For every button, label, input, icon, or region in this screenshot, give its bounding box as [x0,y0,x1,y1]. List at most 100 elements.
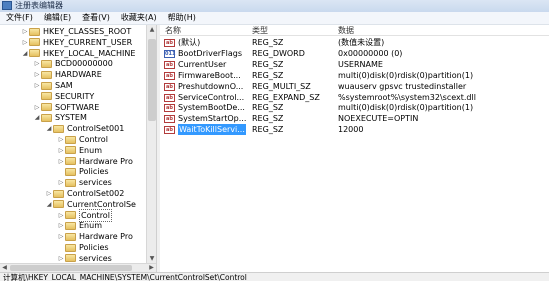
value-name: FirmwareBoot... [178,70,241,80]
folder-icon [65,254,76,263]
tree-node[interactable]: ▷ Hardware Pro [57,231,133,242]
tree-node[interactable]: ◢ ControlSet001 [45,123,125,134]
expand-arrow-icon[interactable]: ▷ [57,156,65,167]
tree-node[interactable]: ▷ Enum [57,145,102,156]
tree-horizontal-scroll-thumb[interactable] [10,265,132,271]
value-name: BootDriverFlags [178,48,243,58]
folder-icon [53,189,64,198]
tree-horizontal-scrollbar[interactable]: ◀ ▶ [0,263,156,272]
string-value-icon: ab [164,104,175,113]
expand-arrow-icon[interactable]: ▷ [57,134,65,145]
folder-icon [41,81,52,90]
scroll-left-arrow-icon[interactable]: ◀ [0,264,9,272]
value-type: REG_SZ [252,38,284,47]
expand-arrow-icon[interactable]: ▷ [57,145,65,156]
tree-node[interactable]: ▷ BCD00000000 [33,58,113,69]
folder-icon [65,146,76,155]
tree-node[interactable]: ▷ HARDWARE [33,69,102,80]
tree-node-label: Enum [79,145,102,155]
expand-arrow-icon[interactable]: ▷ [57,220,65,231]
tree-node[interactable]: ▷ HKEY_CURRENT_USER [21,37,133,48]
scroll-right-arrow-icon[interactable]: ▶ [147,264,156,272]
tree-node[interactable]: ▷ ControlSet002 [45,188,125,199]
value-data: 12000 [338,125,364,135]
value-name: CurrentUser [178,59,227,69]
registry-value-row[interactable]: ab CurrentUser REG_SZ USERNAME [160,59,549,70]
expand-arrow-icon[interactable]: ▷ [57,177,65,188]
tree-node[interactable]: SECURITY [33,91,94,102]
expand-arrow-icon[interactable]: ▷ [33,102,41,113]
expand-arrow-icon[interactable]: ◢ [21,48,29,59]
expand-arrow-icon[interactable]: ◢ [33,112,41,123]
tree-node[interactable]: ▷ Hardware Pro [57,156,133,167]
tree-node[interactable]: ▷ SOFTWARE [33,102,100,113]
expand-arrow-icon[interactable]: ▷ [57,253,65,263]
tree-node-label: SAM [55,81,73,90]
tree-node-label: SOFTWARE [55,102,100,112]
string-value-icon: ab [164,71,175,80]
folder-icon [65,221,76,230]
value-type: REG_MULTI_SZ [252,81,311,91]
registry-value-row[interactable]: ab (默认) REG_SZ (数值未设置) [160,37,549,48]
tree-vertical-scrollbar[interactable]: ▲ ▼ [146,25,156,263]
tree-node[interactable]: ▷ services [57,177,112,188]
tree-node-label: HKEY_CURRENT_USER [43,37,133,47]
tree-node-label: HKEY_CLASSES_ROOT [43,27,132,36]
value-name: SystemBootDe... [178,103,245,113]
expand-arrow-icon[interactable]: ▷ [33,69,41,80]
regedit-app-icon [2,1,12,10]
folder-icon [65,157,76,166]
tree-node[interactable]: ▷ Enum [57,220,102,231]
tree-node[interactable]: ▷ services [57,253,112,263]
tree-node[interactable]: ▷ SAM [33,80,73,91]
menu-help[interactable]: 帮助(H) [168,12,196,24]
expand-arrow-icon[interactable]: ▷ [45,188,53,199]
folder-icon [41,70,52,79]
expand-arrow-icon[interactable]: ▷ [33,80,41,91]
tree-node[interactable]: ▷ Control [57,134,108,145]
tree-node[interactable]: ◢ HKEY_LOCAL_MACHINE [21,48,136,59]
tree-node[interactable]: Policies [57,242,109,253]
registry-value-row[interactable]: ab FirmwareBoot... REG_SZ multi(0)disk(0)rd… [160,70,549,81]
menu-view[interactable]: 查看(V) [82,12,110,24]
window-title: 注册表编辑器 [15,1,63,10]
expand-arrow-icon[interactable]: ▷ [57,231,65,242]
menu-favorites[interactable]: 收藏夹(A) [121,12,157,24]
column-header-type[interactable]: 类型 [252,25,268,36]
binary-value-icon: 011 [164,49,176,58]
column-header-name[interactable]: 名称 [165,25,181,36]
tree-node[interactable]: Policies [57,166,109,177]
registry-value-row[interactable]: ab SystemBootDe... REG_SZ multi(0)disk(0)rd… [160,102,549,113]
expand-arrow-icon[interactable]: ▷ [33,58,41,69]
expand-arrow-icon[interactable]: ▷ [57,210,65,221]
column-header-data[interactable]: 数据 [338,25,354,36]
menu-bar: 文件(F) 编辑(E) 查看(V) 收藏夹(A) 帮助(H) [0,12,549,25]
title-bar: 注册表编辑器 [0,0,549,12]
expand-arrow-icon[interactable]: ◢ [45,123,53,134]
tree-node[interactable]: ▷ HKEY_CLASSES_ROOT [21,26,132,37]
string-value-icon: ab [164,82,175,91]
registry-value-row[interactable]: ab WaitToKillServi... REG_SZ 12000 [160,124,549,136]
folder-icon [29,49,40,58]
tree-node[interactable]: ▷ Control [57,208,112,222]
value-type: REG_SZ [252,59,284,69]
registry-value-row[interactable]: 011 BootDriverFlags REG_DWORD 0x00000000 (0… [160,48,549,59]
value-data: multi(0)disk(0)rdisk(0)partition(1) [338,103,474,113]
value-name: (默认) [178,38,201,47]
menu-edit[interactable]: 编辑(E) [44,12,71,24]
expand-arrow-icon[interactable]: ▷ [21,37,29,48]
registry-value-row[interactable]: ab SystemStartOp... REG_SZ NOEXECUTE=OPTIN [160,113,549,124]
folder-icon [41,92,52,101]
expand-arrow-icon[interactable]: ◢ [45,199,53,210]
folder-icon [65,232,76,241]
folder-icon [65,243,76,252]
tree-node[interactable]: ◢ SYSTEM [33,112,87,123]
expand-arrow-icon[interactable]: ▷ [21,26,29,37]
tree-node-label: Policies [79,243,109,252]
value-type: REG_EXPAND_SZ [252,92,320,102]
registry-value-row[interactable]: ab ServiceControl... REG_EXPAND_SZ %systemr… [160,92,549,103]
status-bar-path: 计算机\HKEY_LOCAL_MACHINE\SYSTEM\CurrentCon… [0,272,549,281]
registry-value-row[interactable]: ab PreshutdownO... REG_MULTI_SZ wuauserv gp… [160,81,549,92]
menu-file[interactable]: 文件(F) [6,12,33,24]
tree-vertical-scroll-thumb[interactable] [148,39,156,121]
